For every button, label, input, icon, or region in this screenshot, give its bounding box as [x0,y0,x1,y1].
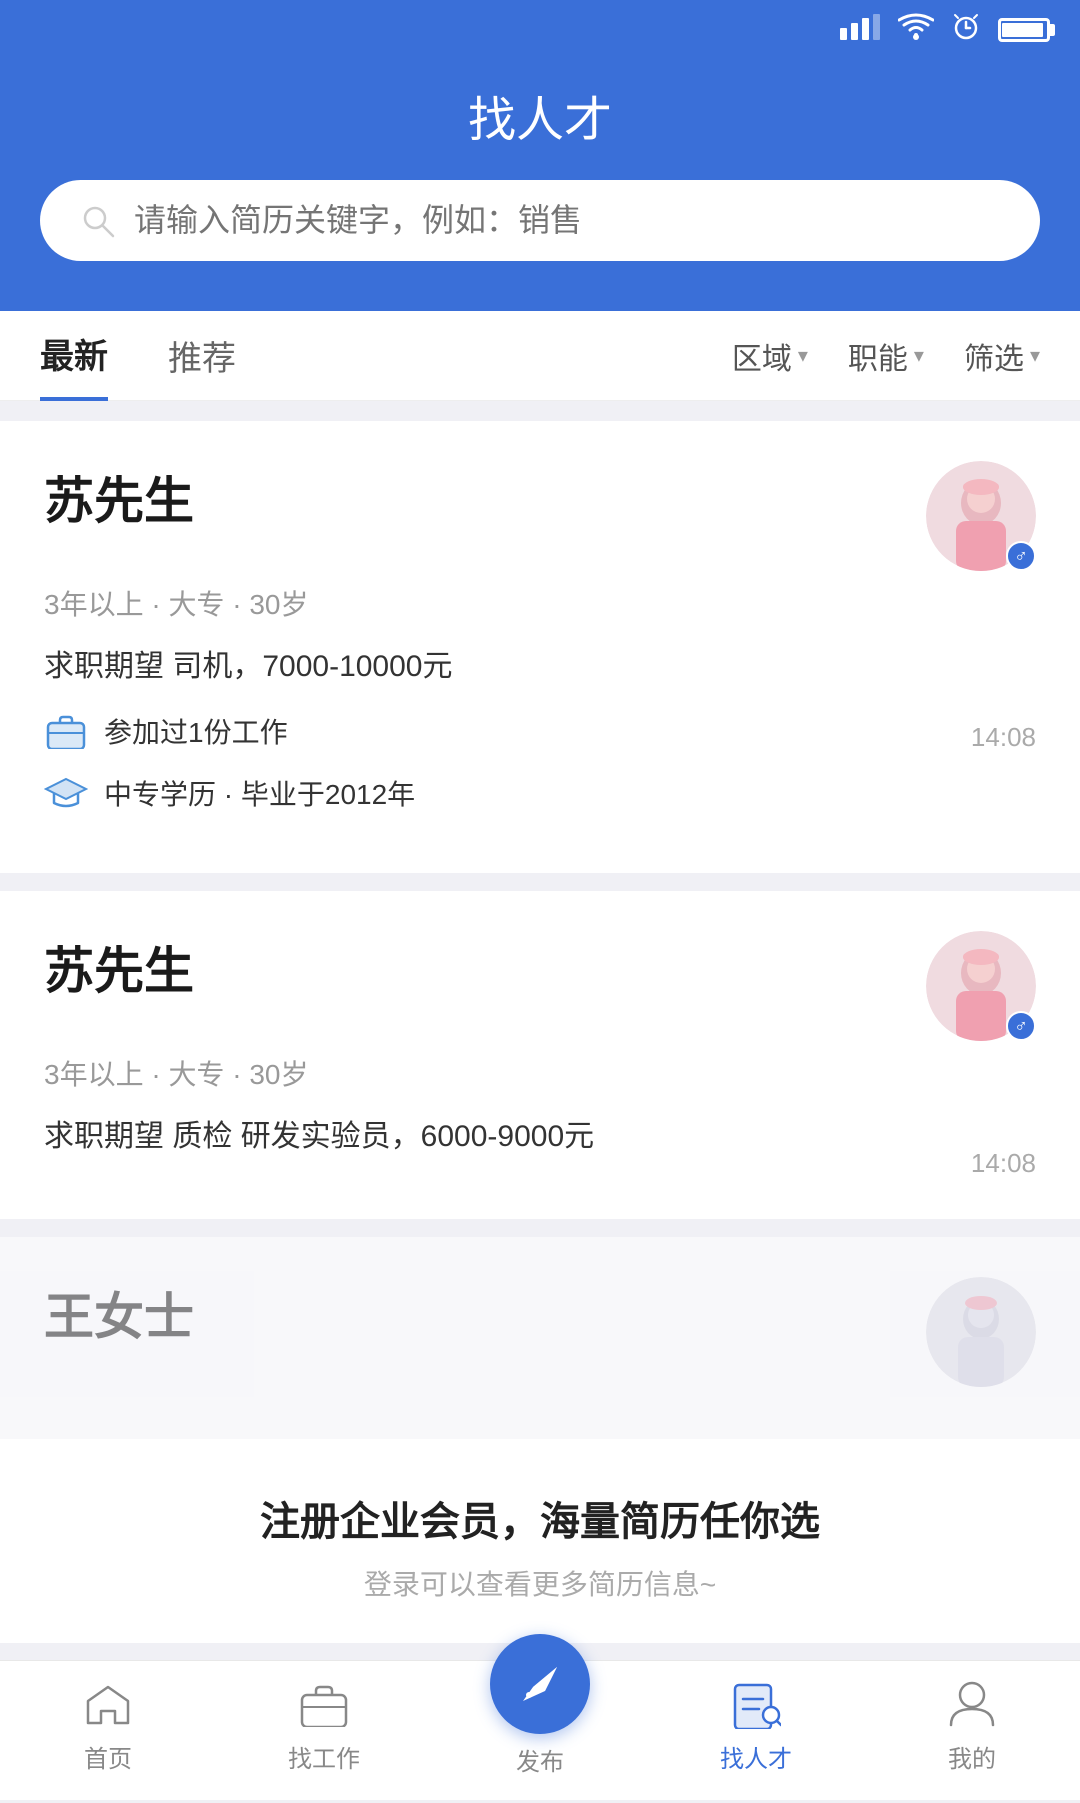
alarm-icon [952,13,980,48]
nav-home[interactable]: 首页 [0,1677,216,1784]
search-input[interactable] [134,202,1000,239]
candidate-name-3: 王女士 [44,1277,194,1349]
candidate-card-1[interactable]: 苏先生 ♂ 3年以上 · 大专 · 30岁 求职期望 司机，7000-10000… [0,421,1080,873]
candidate-card-3-blurred: 王女士 [0,1237,1080,1439]
filter-region[interactable]: 区域 ▾ [732,334,808,378]
candidate-job-1: 求职期望 司机，7000-10000元 [44,641,1036,685]
briefcase-nav-icon [297,1677,351,1731]
nav-publish[interactable]: 发布 [432,1674,648,1787]
search-bar[interactable] [40,180,1040,261]
publish-fab-button[interactable] [490,1634,590,1734]
tab-filter-row: 最新 推荐 区域 ▾ 职能 ▾ 筛选 ▾ [0,311,1080,401]
candidate-job-2: 求职期望 质检 研发实验员，6000-9000元 [44,1111,1036,1155]
candidate-name-2: 苏先生 [44,931,194,1003]
gender-badge-1: ♂ [1006,541,1036,571]
nav-mine[interactable]: 我的 [864,1677,1080,1784]
login-overlay: 注册企业会员，海量简历任你选 登录可以查看更多简历信息~ [0,1439,1080,1643]
candidate-name-1: 苏先生 [44,461,194,533]
education-1: 中专学历 · 毕业于2012年 [44,771,1036,815]
briefcase-icon [44,709,88,753]
nav-mine-label: 我的 [948,1739,996,1774]
nav-find-job[interactable]: 找工作 [216,1677,432,1784]
tab-latest[interactable]: 最新 [40,311,108,401]
candidate-meta-1: 3年以上 · 大专 · 30岁 [44,583,1036,623]
gender-badge-2: ♂ [1006,1011,1036,1041]
nav-home-label: 首页 [84,1739,132,1774]
work-exp-1: 参加过1份工作 [44,709,1036,753]
avatar-1: ♂ [926,461,1036,571]
nav-find-talent[interactable]: 找人才 [648,1677,864,1784]
login-subtitle: 登录可以查看更多简历信息~ [44,1563,1036,1603]
wifi-icon [898,13,934,48]
chevron-down-icon: ▾ [914,343,924,368]
battery-icon [998,18,1050,42]
nav-publish-label: 发布 [516,1742,564,1777]
candidate-list: 苏先生 ♂ 3年以上 · 大专 · 30岁 求职期望 司机，7000-10000… [0,401,1080,1803]
bottom-nav: 首页 找工作 发布 [0,1660,1080,1800]
home-icon [81,1677,135,1731]
candidate-meta-2: 3年以上 · 大专 · 30岁 [44,1053,1036,1093]
filter-function[interactable]: 职能 ▾ [848,334,924,378]
chevron-down-icon: ▾ [1030,343,1040,368]
search-icon [80,203,116,239]
tab-recommend[interactable]: 推荐 [168,311,236,401]
nav-find-talent-label: 找人才 [720,1739,792,1774]
candidate-time-2: 14:08 [971,1148,1036,1179]
nav-find-job-label: 找工作 [288,1739,360,1774]
avatar-2: ♂ [926,931,1036,1041]
header: 找人才 [0,60,1080,311]
person-icon [945,1677,999,1731]
candidate-time-1: 14:08 [971,722,1036,753]
page-title: 找人才 [40,80,1040,150]
status-bar [0,0,1080,60]
chevron-down-icon: ▾ [798,343,808,368]
find-talent-icon [729,1677,783,1731]
avatar-3 [926,1277,1036,1387]
filter-group: 区域 ▾ 职能 ▾ 筛选 ▾ [732,334,1040,378]
signal-icon [840,14,880,47]
candidate-card-2[interactable]: 苏先生 ♂ 3年以上 · 大专 · 30岁 求职期望 质检 研发实验员，6000… [0,891,1080,1219]
filter-screen[interactable]: 筛选 ▾ [964,334,1040,378]
graduation-icon [44,771,88,815]
login-title: 注册企业会员，海量简历任你选 [44,1489,1036,1547]
